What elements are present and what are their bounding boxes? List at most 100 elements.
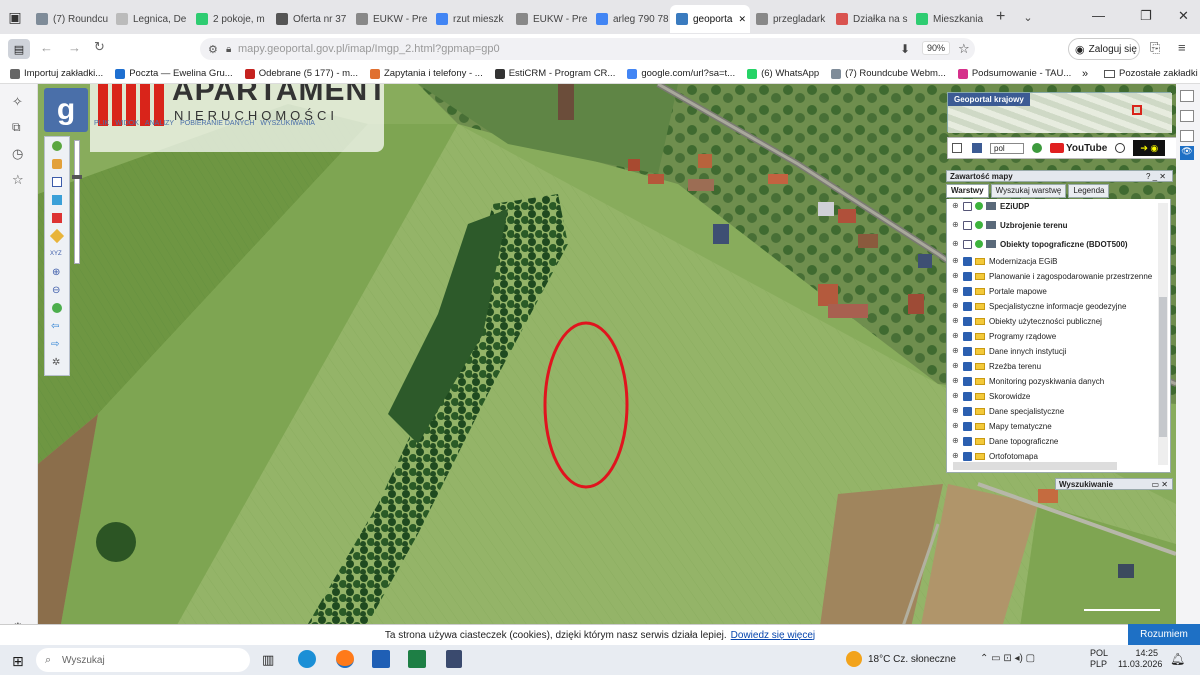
layer-row[interactable]: ⊕ Uzbrojenie terenu [947,218,1155,232]
start-windows-icon[interactable]: ⊞ [12,653,24,670]
browser-tab[interactable]: arleg 790 78 [590,5,670,33]
area-tool-icon[interactable] [52,213,62,223]
expand-icon[interactable]: ⊕ [952,317,960,325]
layer-checkbox[interactable] [963,451,972,461]
expand-icon[interactable]: ⊕ [952,437,960,445]
expand-icon[interactable]: ⊕ [952,302,960,310]
layer-row[interactable]: ⊕ Dane innych instytucji [947,344,1155,358]
bookmark-item[interactable]: Podsumowanie - TAU... [957,68,1071,79]
info-tool-icon[interactable] [52,141,62,151]
geoportal-logo[interactable]: g [44,88,88,132]
layer-checkbox[interactable] [963,391,972,401]
new-tab-button[interactable]: + [996,8,1005,26]
bookmark-item[interactable]: (7) Roundcube Webm... [831,68,946,79]
expand-icon[interactable]: ⊕ [952,407,960,415]
layer-row[interactable]: ⊕ Monitoring pozyskiwania danych [947,374,1155,388]
history-icon[interactable]: ◷ [12,146,23,162]
pen-tool-icon[interactable] [49,228,65,244]
layers-tab[interactable]: Legenda [1068,184,1110,198]
print-tool-icon[interactable] [52,177,62,187]
geoportal-menu-item[interactable]: ANALIZY [145,120,174,127]
layer-checkbox[interactable] [963,201,972,211]
browser-tab[interactable]: Oferta nr 37 [270,5,350,33]
bookmark-item[interactable]: Poczta — Ewelina Gru... [115,68,233,79]
cookie-accept-button[interactable]: Rozumiem [1128,624,1200,645]
weather-text[interactable]: 18°C Cz. słoneczne [868,654,956,665]
layer-row[interactable]: ⊕ Ortofotomapa [947,449,1155,463]
browser-tab[interactable]: (7) Roundcu [30,5,110,33]
bookmark-item[interactable]: google.com/url?sa=t... [627,68,735,79]
search-panel-controls[interactable]: ▭ ✕ [1152,479,1168,490]
task-view-icon[interactable]: ▥ [262,652,274,668]
layers-hscrollbar[interactable] [953,462,1117,470]
expand-icon[interactable]: ⊕ [952,221,960,229]
word-app-icon[interactable] [372,650,390,668]
layer-checkbox[interactable] [963,406,972,416]
download-page-icon[interactable]: ⬇ [900,42,910,56]
maximize-button[interactable]: ❐ [1140,8,1152,24]
expand-icon[interactable]: ⊕ [952,422,960,430]
firefox-browser-icon[interactable] [336,650,354,668]
expand-icon[interactable]: ⊕ [952,362,960,370]
zoom-slider[interactable] [72,140,82,264]
layer-checkbox[interactable] [963,271,972,281]
bookmark-star-icon[interactable]: ☆ [958,41,970,57]
geoportal-menu-item[interactable]: WYSZUKIWANIA [260,120,315,127]
forward-button[interactable]: → [68,40,81,55]
other-bookmarks-folder[interactable]: Pozostałe zakładki [1104,68,1198,79]
xyz-tool-icon[interactable]: XYZ [50,251,62,257]
layer-row[interactable]: ⊕ Mapy tematyczne [947,419,1155,433]
weather-icon[interactable] [846,651,862,667]
login-button[interactable]: ◉ Zaloguj się [1068,38,1140,60]
toolbar-doc-icon[interactable] [952,143,962,153]
expand-icon[interactable]: ⊕ [952,377,960,385]
bookmark-item[interactable]: (6) WhatsApp [747,68,819,79]
site-info-icon[interactable]: ⚙ [208,43,218,56]
extensions-icon[interactable]: ⎘ [1150,40,1160,56]
layer-checkbox[interactable] [963,346,972,356]
expand-icon[interactable]: ⊕ [952,202,960,210]
zoom-in-tool-icon[interactable]: ⊕ [52,267,60,278]
ai-sparkle-icon[interactable]: ✧ [12,94,23,110]
back-arrow-tool-icon[interactable]: ⇦ [51,321,59,332]
layer-row[interactable]: ⊕ Obiekty topograficzne (BDOT500) [947,237,1155,251]
sidebar-toggle-icon[interactable]: ▤ [8,39,30,59]
minimize-button[interactable]: — [1092,8,1105,23]
minimap[interactable]: Geoportal krajowy [947,92,1172,133]
layer-checkbox[interactable] [963,376,972,386]
hand-tool-icon[interactable] [52,159,62,169]
contrast-toggle[interactable]: ➔ ◉ [1133,140,1166,156]
layer-checkbox[interactable] [963,220,972,230]
browser-tab[interactable]: Działka na s [830,5,910,33]
tool-icon-1[interactable] [1180,90,1194,102]
layers-tab[interactable]: Wyszukaj warstwę [990,184,1067,198]
browser-tab[interactable]: geoporta ✕ [670,5,750,33]
tray-icons[interactable]: ⌃ ▭ ⊡ ◂) ▢ [980,653,1035,664]
excel-app-icon[interactable] [408,650,426,668]
browser-tab[interactable]: EUKW - Pre [350,5,430,33]
layer-checkbox[interactable] [963,286,972,296]
calculator-app-icon[interactable] [446,650,462,668]
layer-row[interactable]: ⊕ Modernizacja EGiB [947,254,1155,268]
bookmark-item[interactable]: Odebrane (5 177) - m... [244,68,358,79]
toolbar-globe-icon[interactable] [1032,143,1042,153]
bookmark-item[interactable]: Importuj zakładki... [10,68,103,79]
geoportal-menu-item[interactable]: POBIERANIE DANYCH [180,120,254,127]
layer-row[interactable]: ⊕ Dane topograficzne [947,434,1155,448]
geoportal-menu-item[interactable]: WIDOK [115,120,139,127]
layer-row[interactable]: ⊕ Planowanie i zagospodarowanie przestrze… [947,269,1155,283]
layer-checkbox[interactable] [963,256,972,266]
cookie-learn-more-link[interactable]: Dowiedz się więcej [731,630,815,641]
layer-checkbox[interactable] [963,421,972,431]
tab-overview-icon[interactable]: ▣ [0,2,30,32]
search-panel-header[interactable]: Wyszukiwanie ▭ ✕ [1055,478,1173,490]
eye-visibility-icon[interactable]: 👁︎ [1180,146,1194,160]
browser-tab[interactable]: Mieszkania [910,5,990,33]
layer-row[interactable]: ⊕ Programy rządowe [947,329,1155,343]
browser-tab[interactable]: EUKW - Pre [510,5,590,33]
layers-scrollbar-thumb[interactable] [1159,297,1167,437]
settings-tool-icon[interactable]: ✲ [52,357,60,368]
tool-icon-2[interactable] [1180,110,1194,122]
more-bookmarks-chevron-icon[interactable]: » [1082,68,1088,80]
layer-checkbox[interactable] [963,301,972,311]
